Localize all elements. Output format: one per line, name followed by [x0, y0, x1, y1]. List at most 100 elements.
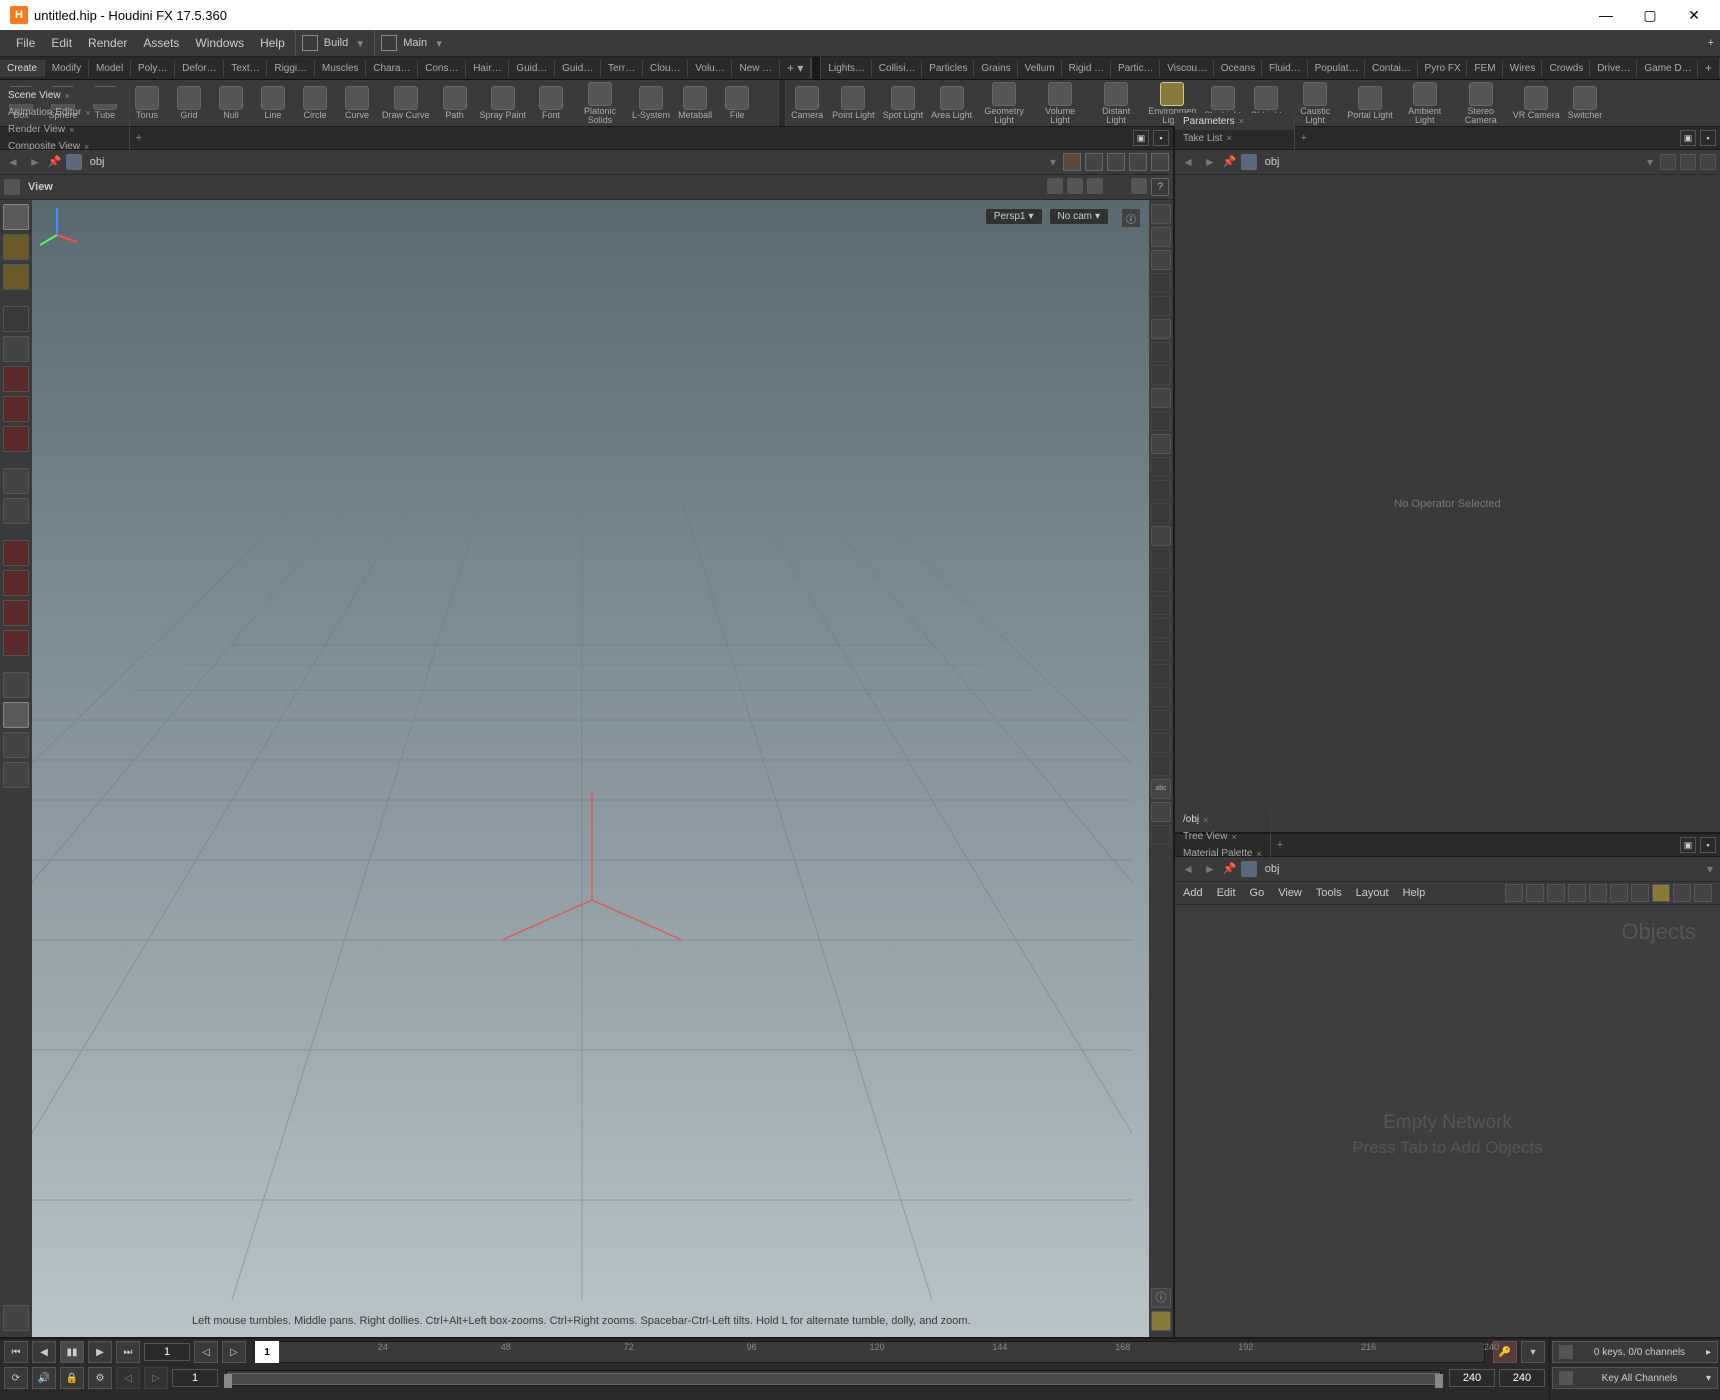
- menu-file[interactable]: File: [8, 32, 43, 54]
- net-opt-10[interactable]: [1694, 884, 1712, 902]
- net-opt-3[interactable]: [1547, 884, 1565, 902]
- tool-switcher[interactable]: Switcher: [1564, 79, 1607, 127]
- pin-icon[interactable]: 📌: [48, 155, 62, 169]
- display-opt-8[interactable]: [1151, 365, 1171, 385]
- view-icon[interactable]: [4, 179, 20, 195]
- timeline-track[interactable]: 1 24487296120144168192216240: [254, 1341, 1485, 1363]
- shelf-tab[interactable]: Drive…: [1590, 60, 1637, 77]
- shelf-tab[interactable]: New …: [732, 60, 780, 77]
- shelf-tab[interactable]: Grains: [974, 60, 1017, 77]
- pane-maximize-icon[interactable]: ▣: [1680, 837, 1696, 853]
- obj-level-icon[interactable]: [1241, 154, 1257, 170]
- help-icon[interactable]: ?: [1151, 178, 1169, 196]
- display-opt-7[interactable]: [1151, 342, 1171, 362]
- net-opt-4[interactable]: [1568, 884, 1586, 902]
- tool-metaball[interactable]: Metaball: [674, 79, 716, 127]
- lasso-tool[interactable]: [3, 264, 29, 290]
- net-opt-9[interactable]: [1673, 884, 1691, 902]
- network-menu-tools[interactable]: Tools: [1316, 887, 1342, 899]
- display-opt-25[interactable]: [1151, 756, 1171, 776]
- tool-geometry-light[interactable]: Geometry Light: [976, 79, 1032, 127]
- shelf-tab[interactable]: Partic…: [1111, 60, 1160, 77]
- shelf-tab[interactable]: Chara…: [366, 60, 418, 77]
- shelf-tab[interactable]: FEM: [1467, 60, 1502, 77]
- display-opt-21[interactable]: [1151, 664, 1171, 684]
- menu-windows[interactable]: Windows: [187, 32, 252, 54]
- handle-icon[interactable]: [1087, 178, 1103, 194]
- realtime-button[interactable]: ⟳: [4, 1367, 28, 1389]
- display-opt-22[interactable]: [1151, 687, 1171, 707]
- pane-tab[interactable]: Tree View ×: [1175, 828, 1271, 845]
- shelf-tab[interactable]: Crowds: [1542, 60, 1590, 77]
- range-track[interactable]: [226, 1370, 1441, 1386]
- pane-tab[interactable]: Take List ×: [1175, 130, 1295, 147]
- shelf-tab[interactable]: Terr…: [601, 60, 643, 77]
- maximize-button[interactable]: ▢: [1628, 0, 1672, 30]
- back-icon[interactable]: ◄: [1179, 862, 1197, 876]
- network-view[interactable]: Objects Empty Network Press Tab to Add O…: [1175, 905, 1720, 1337]
- network-menu-help[interactable]: Help: [1403, 887, 1426, 899]
- red-tool-2[interactable]: [3, 396, 29, 422]
- tool-font[interactable]: Font: [530, 79, 572, 127]
- bone-tool[interactable]: [3, 468, 29, 494]
- view-tool-1[interactable]: [3, 672, 29, 698]
- snap-tool-2[interactable]: [3, 570, 29, 596]
- snap-tool-3[interactable]: [3, 600, 29, 626]
- tool-l-system[interactable]: L-System: [628, 79, 674, 127]
- shelf-add[interactable]: +: [1698, 58, 1720, 78]
- handle-icon[interactable]: [1067, 178, 1083, 194]
- pane-close-icon[interactable]: ▪: [1700, 837, 1716, 853]
- back-icon[interactable]: ◄: [4, 155, 22, 169]
- range-lock-button[interactable]: 🔒: [60, 1367, 84, 1389]
- shelf-tab[interactable]: Volu…: [688, 60, 732, 77]
- snap-tool-1[interactable]: [3, 540, 29, 566]
- shelf-tab[interactable]: Collisi…: [872, 60, 922, 77]
- snapshot-icon[interactable]: [1085, 153, 1103, 171]
- net-opt-1[interactable]: [1505, 884, 1523, 902]
- menu-help[interactable]: Help: [252, 32, 293, 54]
- network-menu-layout[interactable]: Layout: [1356, 887, 1389, 899]
- display-opt-20[interactable]: [1151, 641, 1171, 661]
- shelf-tab[interactable]: Riggi…: [267, 60, 315, 77]
- shelf-tab[interactable]: Model: [89, 60, 131, 77]
- tab-add[interactable]: +: [1295, 129, 1313, 147]
- pane-tab[interactable]: Animation Editor ×: [0, 104, 130, 121]
- net-opt-8[interactable]: [1652, 884, 1670, 902]
- tool-stereo-camera[interactable]: Stereo Camera: [1453, 79, 1509, 127]
- layout-icon[interactable]: [1131, 178, 1147, 194]
- range-start-input[interactable]: [172, 1369, 218, 1387]
- shelf-tab[interactable]: Contai…: [1365, 60, 1418, 77]
- menu-render[interactable]: Render: [80, 32, 135, 54]
- network-menu-view[interactable]: View: [1278, 887, 1302, 899]
- display-opt-17[interactable]: [1151, 572, 1171, 592]
- menu-edit[interactable]: Edit: [43, 32, 80, 54]
- pane-close-icon[interactable]: ▪: [1153, 130, 1169, 146]
- select-tool-alt[interactable]: [3, 234, 29, 260]
- minimize-button[interactable]: —: [1584, 0, 1628, 30]
- display-opt-19[interactable]: [1151, 618, 1171, 638]
- display-opt-5[interactable]: [1151, 296, 1171, 316]
- global-end-input[interactable]: [1499, 1369, 1545, 1387]
- shelf-tab[interactable]: Wires: [1503, 60, 1543, 77]
- step-fwd-button[interactable]: ▷: [144, 1367, 168, 1389]
- network-menu-go[interactable]: Go: [1250, 887, 1265, 899]
- next-frame-button[interactable]: ▶: [88, 1341, 112, 1363]
- tool-spot-light[interactable]: Spot Light: [879, 79, 928, 127]
- display-opt-10[interactable]: [1151, 411, 1171, 431]
- tool-draw-curve[interactable]: Draw Curve: [378, 79, 434, 127]
- tab-add[interactable]: +: [130, 129, 148, 147]
- pane-maximize-icon[interactable]: ▣: [1680, 130, 1696, 146]
- snap-tool-4[interactable]: [3, 630, 29, 656]
- display-opt-12[interactable]: [1151, 457, 1171, 477]
- display-opt-14[interactable]: [1151, 503, 1171, 523]
- pane-tab[interactable]: Parameters ×: [1175, 113, 1295, 130]
- handle-icon[interactable]: [1047, 178, 1063, 194]
- display-opt-24[interactable]: [1151, 733, 1171, 753]
- tool-file[interactable]: File: [716, 79, 758, 127]
- display-opt-23[interactable]: [1151, 710, 1171, 730]
- display-opt-18[interactable]: [1151, 595, 1171, 615]
- next-key-button[interactable]: ▷: [222, 1341, 246, 1363]
- step-back-button[interactable]: ◁: [116, 1367, 140, 1389]
- param-opt-2[interactable]: [1680, 154, 1696, 170]
- shelf-tab[interactable]: Particles: [922, 60, 974, 77]
